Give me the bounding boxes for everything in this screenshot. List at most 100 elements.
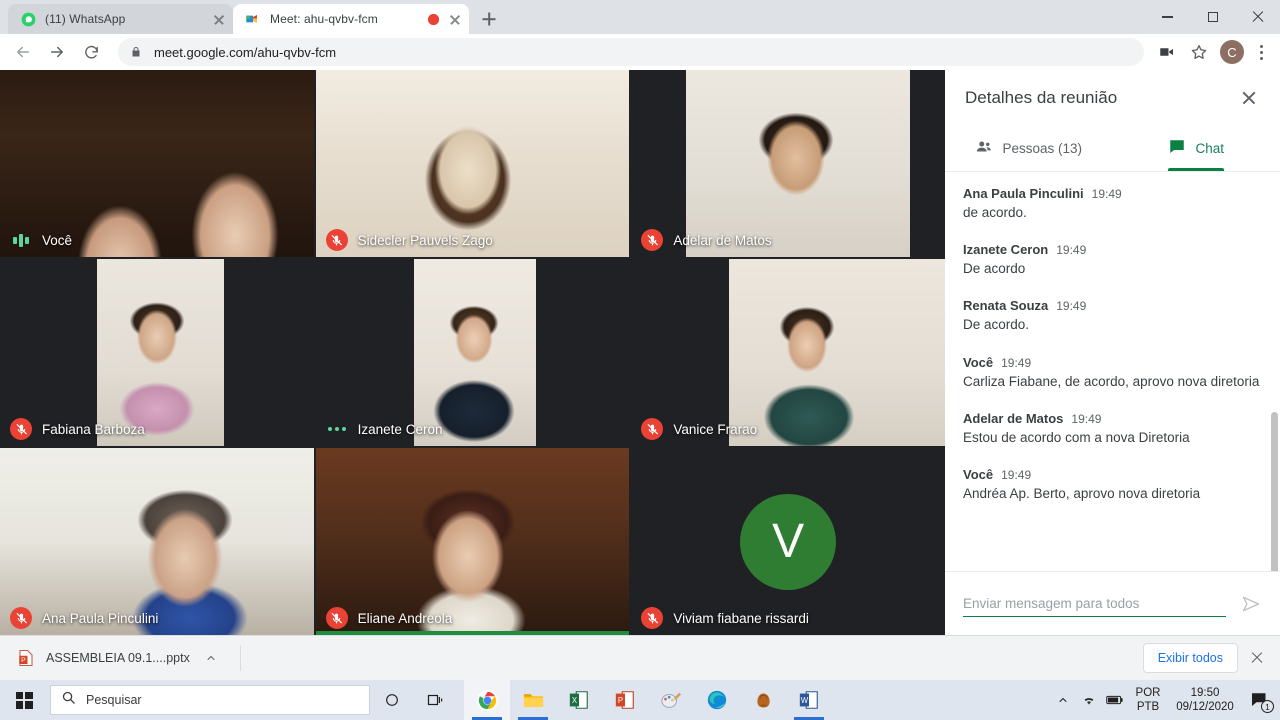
chat-message-header: Adelar de Matos 19:49: [963, 411, 1262, 426]
chevron-up-icon[interactable]: [1050, 680, 1076, 720]
panel-tabs: Pessoas (13) Chat: [945, 126, 1280, 172]
forward-button[interactable]: [42, 37, 72, 67]
glove-app-icon[interactable]: [740, 680, 786, 720]
file-explorer-icon[interactable]: [510, 680, 556, 720]
windows-taskbar: Pesquisar X P W POR PTB 19:50 09/12/2020…: [0, 680, 1280, 720]
participant-name: Ana Paula Pinculini: [42, 610, 159, 626]
language-indicator[interactable]: POR PTB: [1128, 686, 1168, 715]
chat-message: Você 19:49 Andréa Ap. Berto, aprovo nova…: [963, 467, 1262, 503]
message-author: Renata Souza: [963, 298, 1049, 314]
edge-icon[interactable]: [694, 680, 740, 720]
participant-name: Vanice Frarao: [673, 421, 758, 437]
audio-bars-icon: [10, 233, 32, 247]
participant-name-bar: Adelar de Matos: [631, 223, 772, 257]
chevron-up-icon[interactable]: [200, 647, 222, 669]
search-input[interactable]: Pesquisar: [50, 685, 370, 715]
participant-tile[interactable]: Izanete Ceron: [315, 259, 630, 446]
taskbar-apps: X P W: [464, 680, 832, 720]
message-time: 19:49: [1056, 299, 1087, 314]
notification-center-icon[interactable]: 1: [1242, 680, 1276, 720]
powerpoint-file-icon: P: [16, 648, 36, 668]
battery-icon[interactable]: [1102, 680, 1128, 720]
bookmark-star-icon[interactable]: [1184, 37, 1214, 67]
close-icon[interactable]: [447, 11, 463, 27]
svg-text:W: W: [801, 696, 809, 705]
task-view-icon[interactable]: [414, 680, 458, 720]
participant-tile[interactable]: Vanice Frarao: [631, 259, 945, 446]
notification-badge: 1: [1261, 700, 1274, 713]
lock-icon: [130, 45, 142, 59]
svg-text:P: P: [21, 657, 26, 664]
toolbar-right-actions: C: [1152, 37, 1272, 67]
chrome-menu-button[interactable]: [1250, 37, 1272, 67]
chat-message: Você 19:49 Carliza Fiabane, de acordo, a…: [963, 355, 1262, 391]
close-icon[interactable]: [1244, 645, 1270, 671]
recording-indicator-icon[interactable]: [428, 13, 439, 25]
message-author: Você: [963, 467, 994, 483]
word-icon[interactable]: W: [786, 680, 832, 720]
chat-scrollbar[interactable]: [1271, 412, 1278, 571]
send-icon[interactable]: [1236, 589, 1266, 619]
clock[interactable]: 19:50 09/12/2020: [1168, 686, 1242, 715]
chat-message-header: Renata Souza 19:49: [963, 298, 1262, 313]
participant-tile[interactable]: Sidecler Pauvels Zago: [315, 70, 630, 257]
close-icon[interactable]: [211, 11, 227, 27]
excel-icon[interactable]: X: [556, 680, 602, 720]
chat-message-list[interactable]: Ana Paula Pinculini 19:49 de acordo. Iza…: [945, 172, 1280, 571]
search-placeholder: Pesquisar: [86, 693, 142, 707]
participant-video: [729, 259, 945, 446]
message-author: Ana Paula Pinculini: [963, 186, 1084, 201]
powerpoint-icon[interactable]: P: [602, 680, 648, 720]
close-window-button[interactable]: [1235, 0, 1280, 34]
wifi-icon[interactable]: [1076, 680, 1102, 720]
participant-grid: Você Sidecler Pauvels Zago Adelar de Mat…: [0, 70, 945, 635]
camera-icon[interactable]: [1152, 37, 1182, 67]
participant-tile[interactable]: Fabiana Barboza: [0, 259, 314, 446]
browser-toolbar: meet.google.com/ahu-qvbv-fcm C: [0, 34, 1280, 70]
chat-message-header: Izanete Ceron 19:49: [963, 242, 1262, 257]
panel-header: Detalhes da reunião: [945, 70, 1280, 126]
participant-tile[interactable]: Você: [0, 70, 314, 257]
cortana-icon[interactable]: [370, 680, 414, 720]
browser-tab-meet[interactable]: Meet: ahu-qvbv-fcm: [233, 4, 469, 34]
participant-tile[interactable]: V Viviam fiabane rissardi: [631, 448, 945, 635]
reload-button[interactable]: [76, 37, 106, 67]
participant-name: Você: [42, 232, 73, 248]
windows-start-icon[interactable]: [0, 680, 48, 720]
message-text: Andréa Ap. Berto, aprovo nova diretoria: [963, 486, 1201, 502]
participant-tile[interactable]: Eliane Andreola: [315, 448, 630, 635]
participant-name: Izanete Ceron: [357, 421, 443, 437]
chrome-icon[interactable]: [464, 680, 510, 720]
message-time: 19:49: [1071, 411, 1102, 426]
participant-name: Adelar de Matos: [673, 232, 772, 248]
participant-name-bar: Ana Paula Pinculini: [0, 601, 158, 635]
message-text: de acordo.: [963, 205, 1027, 220]
chat-input[interactable]: [963, 590, 1226, 617]
address-bar[interactable]: meet.google.com/ahu-qvbv-fcm: [118, 38, 1144, 66]
avatar: V: [740, 493, 837, 590]
chat-message: Izanete Ceron 19:49 De acordo: [963, 242, 1262, 278]
browser-tab-whatsapp[interactable]: (11) WhatsApp: [8, 4, 233, 34]
back-button[interactable]: [8, 37, 38, 67]
tab-label: Chat: [1195, 141, 1225, 156]
svg-text:P: P: [618, 696, 623, 705]
chat-icon: [1168, 138, 1186, 159]
participant-tile[interactable]: Ana Paula Pinculini: [0, 448, 314, 635]
mic-off-icon: [641, 229, 664, 251]
show-all-downloads-button[interactable]: Exibir todos: [1142, 643, 1238, 673]
message-text: Estou de acordo com a nova Diretoria: [963, 429, 1190, 445]
participant-name-bar: Izanete Ceron: [316, 412, 443, 446]
paint-icon[interactable]: [648, 680, 694, 720]
participant-tile[interactable]: Adelar de Matos: [631, 70, 945, 257]
tab-pessoas[interactable]: Pessoas (13): [945, 126, 1113, 171]
new-tab-button[interactable]: [475, 5, 503, 33]
close-icon[interactable]: [1234, 83, 1264, 113]
message-time: 19:49: [1056, 243, 1087, 258]
meet-page: Você Sidecler Pauvels Zago Adelar de Mat…: [0, 70, 1280, 635]
mic-off-icon: [10, 607, 32, 629]
download-item[interactable]: P ASSEMBLEIA 09.1....pptx: [14, 643, 226, 674]
minimize-button[interactable]: [1145, 0, 1190, 34]
profile-avatar[interactable]: C: [1220, 40, 1244, 64]
tab-chat[interactable]: Chat: [1113, 126, 1280, 171]
maximize-button[interactable]: [1190, 0, 1235, 34]
